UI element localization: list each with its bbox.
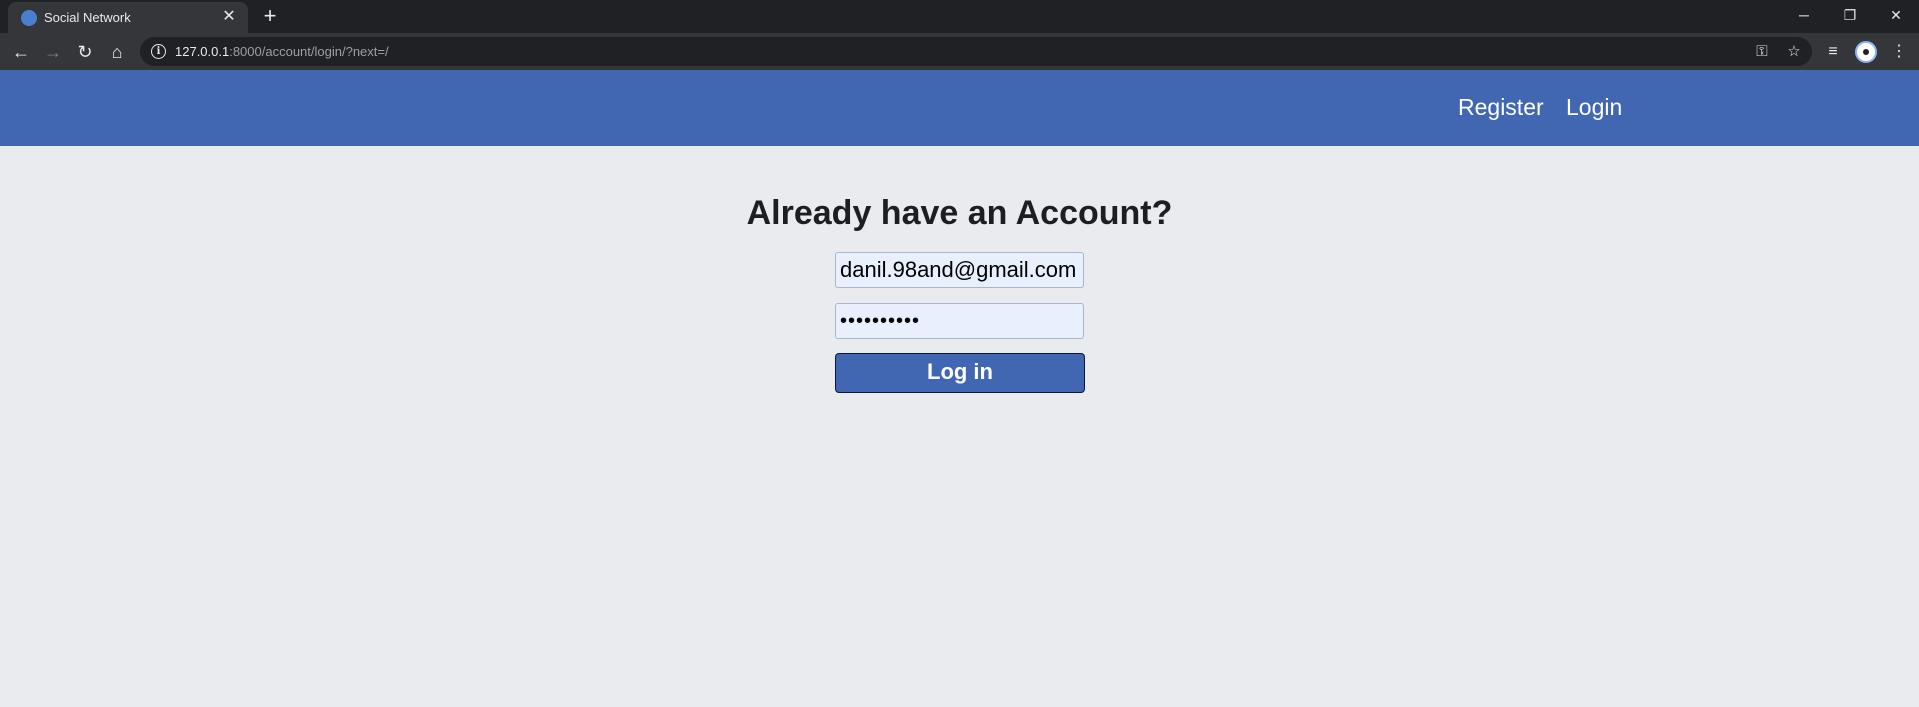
address-bar[interactable]: i 127.0.0.1:8000/account/login/?next=/ ⚿…: [140, 37, 1812, 66]
site-navbar: Register Login: [0, 70, 1919, 146]
minimize-button[interactable]: ─: [1781, 0, 1827, 30]
email-field[interactable]: danil.98and@gmail.com: [835, 252, 1084, 288]
bookmark-star-icon[interactable]: ☆: [1784, 42, 1804, 62]
new-tab-button[interactable]: +: [259, 5, 281, 27]
key-icon[interactable]: ⚿: [1752, 42, 1772, 62]
page-title: Already have an Account?: [746, 194, 1173, 232]
tab-title: Social Network: [44, 10, 131, 25]
browser-titlebar: Social Network ✕ + ─ ❐ ✕: [0, 0, 1919, 33]
close-window-button[interactable]: ✕: [1873, 0, 1919, 30]
login-link[interactable]: Login: [1566, 94, 1622, 121]
media-queue-icon[interactable]: ≡: [1821, 40, 1845, 64]
browser-tab[interactable]: Social Network ✕: [8, 2, 248, 33]
profile-avatar-icon[interactable]: [1855, 41, 1877, 63]
url-path: :8000/account/login/?next=/: [229, 44, 389, 59]
menu-icon[interactable]: ⋮: [1887, 40, 1911, 64]
address-url[interactable]: 127.0.0.1:8000/account/login/?next=/: [175, 44, 389, 59]
home-button[interactable]: ⌂: [105, 40, 129, 64]
back-button[interactable]: ←: [9, 40, 33, 64]
restore-button[interactable]: ❐: [1827, 0, 1873, 30]
reload-button[interactable]: ↻: [73, 40, 97, 64]
globe-icon: [21, 10, 37, 26]
close-tab-icon[interactable]: ✕: [220, 8, 238, 26]
login-button[interactable]: Log in: [835, 353, 1085, 393]
forward-button[interactable]: →: [41, 40, 65, 64]
url-host: 127.0.0.1: [175, 44, 230, 59]
browser-toolbar: ← → ↻ ⌂ i 127.0.0.1:8000/account/login/?…: [0, 33, 1919, 70]
password-field[interactable]: ••••••••••: [835, 303, 1084, 339]
info-icon[interactable]: i: [151, 44, 166, 59]
register-link[interactable]: Register: [1458, 94, 1544, 121]
